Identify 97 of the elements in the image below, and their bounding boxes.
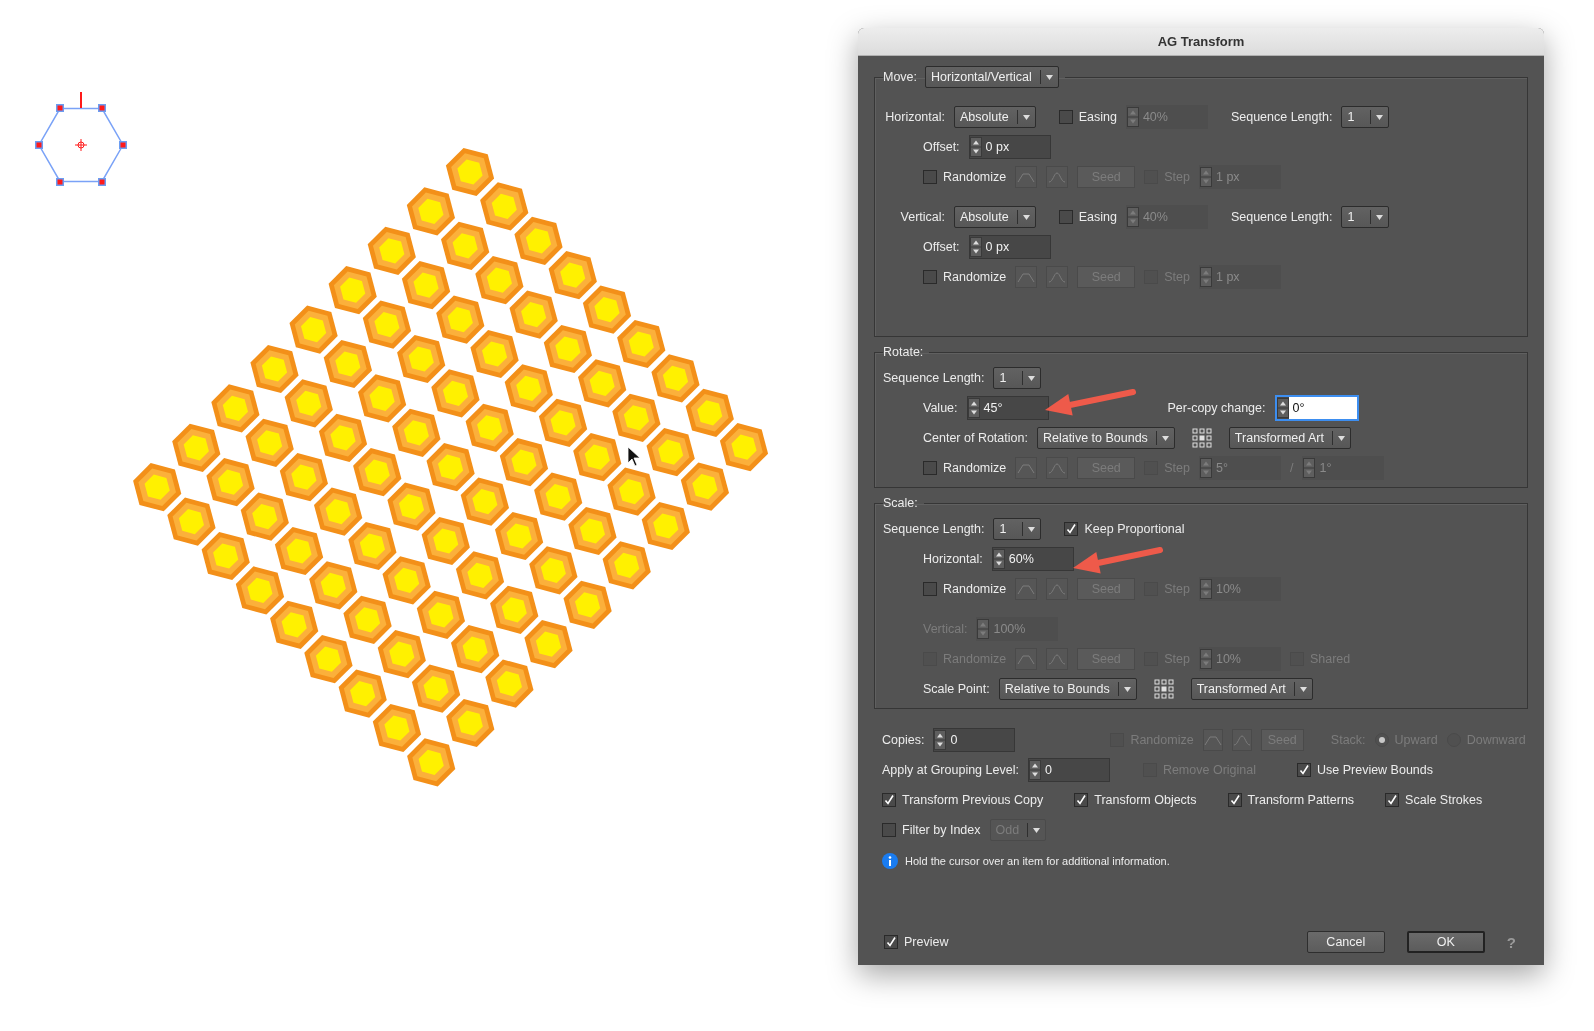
field-label: Vertical: bbox=[899, 210, 945, 224]
bell-curve-icon bbox=[1048, 583, 1067, 595]
caret-icon bbox=[1028, 526, 1036, 532]
field-label: Horizontal: bbox=[884, 110, 945, 124]
checkbox[interactable]: Preview bbox=[884, 935, 949, 949]
caret-icon bbox=[1028, 375, 1036, 381]
caret-icon bbox=[1022, 114, 1030, 120]
reference-point-grid-icon[interactable] bbox=[1153, 679, 1174, 699]
checkbox[interactable]: Randomize bbox=[923, 461, 1007, 475]
dropdown[interactable]: 1 bbox=[1341, 206, 1390, 228]
stepper-icon[interactable] bbox=[969, 137, 982, 157]
dropdown[interactable]: Transformed Art bbox=[1228, 427, 1351, 449]
section-title: Move: bbox=[883, 70, 918, 84]
bell-curve-icon bbox=[1048, 462, 1067, 474]
checkmark-icon bbox=[1386, 794, 1399, 806]
bell-curve-icon bbox=[1048, 271, 1067, 283]
checkmark-icon bbox=[883, 794, 895, 806]
field-label: Scale Point: bbox=[923, 682, 990, 696]
window-title: AG Transform bbox=[1157, 34, 1245, 49]
stepper-icon[interactable] bbox=[967, 398, 980, 418]
info-icon bbox=[882, 853, 898, 869]
field-label: Apply at Grouping Level: bbox=[882, 763, 1019, 777]
field-label: / bbox=[1289, 461, 1294, 475]
checkbox[interactable]: Transform Previous Copy bbox=[882, 793, 1044, 807]
hint-text: Hold the cursor over an item for additional information. bbox=[905, 855, 1170, 867]
checkbox[interactable]: Filter by Index bbox=[882, 823, 981, 837]
dropdown[interactable]: Relative to Bounds bbox=[998, 678, 1137, 700]
caret-icon bbox=[1161, 435, 1169, 441]
dropdown[interactable]: Absolute bbox=[954, 206, 1036, 228]
reference-point-grid-icon[interactable] bbox=[1191, 428, 1212, 448]
checkbox[interactable]: Keep Proportional bbox=[1064, 522, 1185, 536]
stepper-icon[interactable] bbox=[1276, 398, 1289, 418]
spinner-field[interactable]: 0 px bbox=[968, 235, 1051, 259]
spinner-field[interactable]: 0 bbox=[1027, 758, 1110, 782]
checkbox[interactable]: Use Preview Bounds bbox=[1297, 763, 1433, 777]
checkbox[interactable]: Scale Strokes bbox=[1385, 793, 1483, 807]
checkbox[interactable]: Easing bbox=[1058, 110, 1117, 124]
checkbox[interactable]: Easing bbox=[1058, 210, 1117, 224]
caret-icon bbox=[1033, 827, 1041, 833]
caret-icon bbox=[1045, 74, 1053, 80]
stepper-icon[interactable] bbox=[992, 549, 1005, 569]
dropdown[interactable]: 1 bbox=[1341, 106, 1390, 128]
caret-icon bbox=[1376, 114, 1384, 120]
section-title: Scale: bbox=[883, 496, 918, 510]
caret-icon bbox=[1376, 214, 1384, 220]
field-label: Sequence Length: bbox=[1230, 110, 1333, 124]
pointer-cursor-icon bbox=[627, 446, 641, 467]
spinner-field[interactable]: 45° bbox=[966, 396, 1049, 420]
bell-curve-icon bbox=[1232, 734, 1251, 746]
plateau-curve-icon bbox=[1017, 271, 1036, 283]
stepper-icon[interactable] bbox=[969, 237, 982, 257]
checkbox[interactable]: Randomize bbox=[923, 270, 1007, 284]
checkbox[interactable]: Transform Objects bbox=[1074, 793, 1197, 807]
dialog-button[interactable]: Cancel bbox=[1306, 931, 1385, 953]
spinner-field[interactable]: 0 px bbox=[968, 135, 1051, 159]
plateau-curve-icon bbox=[1203, 734, 1222, 746]
bell-curve-icon bbox=[1048, 171, 1067, 183]
section-title: Rotate: bbox=[883, 345, 924, 359]
stepper-icon[interactable] bbox=[1028, 760, 1041, 780]
bell-curve-icon bbox=[1048, 653, 1067, 665]
caret-icon bbox=[1123, 686, 1131, 692]
checkmark-icon bbox=[1075, 794, 1088, 806]
dropdown[interactable]: Relative to Bounds bbox=[1036, 427, 1175, 449]
caret-icon bbox=[1299, 686, 1307, 692]
spinner-field[interactable]: 0° bbox=[1274, 395, 1359, 421]
caret-icon bbox=[1022, 214, 1030, 220]
checkbox[interactable]: Randomize bbox=[923, 582, 1007, 596]
stepper-icon[interactable] bbox=[934, 730, 947, 750]
checkmark-icon bbox=[1298, 764, 1310, 776]
plateau-curve-icon bbox=[1017, 653, 1036, 665]
field-label: Offset: bbox=[923, 240, 960, 254]
field-label: Horizontal: bbox=[923, 552, 983, 566]
caret-icon bbox=[1338, 435, 1345, 441]
checkmark-icon bbox=[1228, 794, 1241, 806]
plateau-curve-icon bbox=[1017, 171, 1036, 183]
checkmark-icon bbox=[1065, 523, 1078, 535]
checkmark-icon bbox=[885, 936, 897, 948]
dropdown[interactable]: Horizontal/Vertical bbox=[925, 66, 1059, 88]
dropdown[interactable]: Transformed Art bbox=[1190, 678, 1313, 700]
field-label: Per-copy change: bbox=[1167, 401, 1266, 415]
field-label: Offset: bbox=[923, 140, 960, 154]
field-label: Sequence Length: bbox=[1230, 210, 1333, 224]
dialog-button[interactable]: OK bbox=[1406, 931, 1485, 953]
dropdown[interactable]: 1 bbox=[993, 367, 1042, 389]
field-label: Sequence Length: bbox=[883, 371, 985, 385]
plateau-curve-icon bbox=[1017, 462, 1036, 474]
checkbox[interactable]: Transform Patterns bbox=[1227, 793, 1355, 807]
plateau-curve-icon bbox=[1017, 583, 1036, 595]
field-label: Value: bbox=[923, 401, 958, 415]
checkbox[interactable]: Randomize bbox=[923, 170, 1007, 184]
field-label: Center of Rotation: bbox=[923, 431, 1028, 445]
spinner-field[interactable]: 0 bbox=[933, 728, 1016, 752]
field-label: Sequence Length: bbox=[883, 522, 985, 536]
dropdown[interactable]: 1 bbox=[993, 518, 1042, 540]
field-label: Copies: bbox=[882, 733, 925, 747]
dropdown[interactable]: Absolute bbox=[954, 106, 1036, 128]
spinner-field[interactable]: 60% bbox=[991, 547, 1074, 571]
